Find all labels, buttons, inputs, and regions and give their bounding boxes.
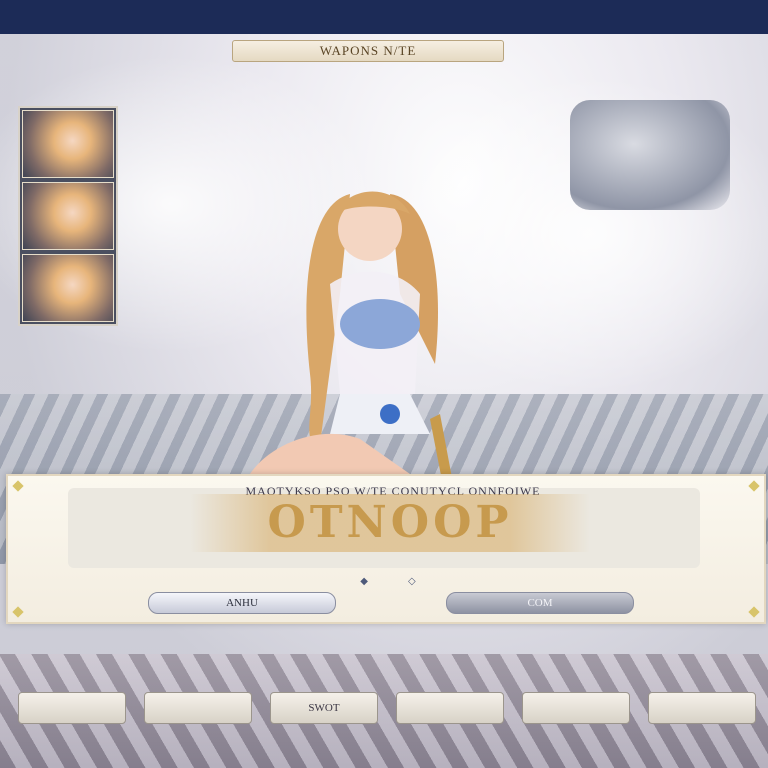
top-bar	[0, 0, 768, 34]
portrait-2[interactable]	[22, 182, 114, 250]
emblem-ornament	[570, 100, 730, 210]
game-scene: WAPONS N/TE	[0, 34, 768, 768]
portrait-3[interactable]	[22, 254, 114, 322]
menu-tab-3[interactable]: SWOT	[270, 692, 378, 724]
main-panel: MAOTYKSO PSO W/TE CONUTYCL ONNFOIWE OTNO…	[6, 474, 766, 624]
menu-tab-5[interactable]	[522, 692, 630, 724]
menu-tab-6[interactable]	[648, 692, 756, 724]
corner-ornament-tr	[748, 480, 760, 492]
heroine-character	[250, 191, 455, 496]
menu-tab-label: SWOT	[308, 702, 340, 714]
portrait-stack	[18, 106, 118, 326]
title-text: WAPONS N/TE	[319, 43, 417, 58]
portrait-1[interactable]	[22, 110, 114, 178]
title-plate: WAPONS N/TE	[232, 40, 504, 62]
menu-tab-1[interactable]	[18, 692, 126, 724]
right-action-label: COM	[527, 597, 553, 609]
game-logo: OTNOOP	[190, 494, 590, 552]
bottom-menu-bar: SWOT	[18, 692, 756, 724]
menu-tab-2[interactable]	[144, 692, 252, 724]
corner-ornament-br	[748, 606, 760, 618]
menu-tab-4[interactable]	[396, 692, 504, 724]
armor-chest	[340, 299, 420, 349]
gem-icon-2: ◇	[408, 576, 416, 587]
gem-icon: ◆	[360, 576, 368, 587]
right-action-button[interactable]: COM	[446, 592, 634, 614]
left-action-label: ANHU	[226, 597, 258, 609]
subline-icons: ◆ ◇	[308, 576, 468, 588]
corner-ornament-tl	[12, 480, 24, 492]
bow	[380, 404, 400, 424]
corner-ornament-bl	[12, 606, 24, 618]
left-action-button[interactable]: ANHU	[148, 592, 336, 614]
